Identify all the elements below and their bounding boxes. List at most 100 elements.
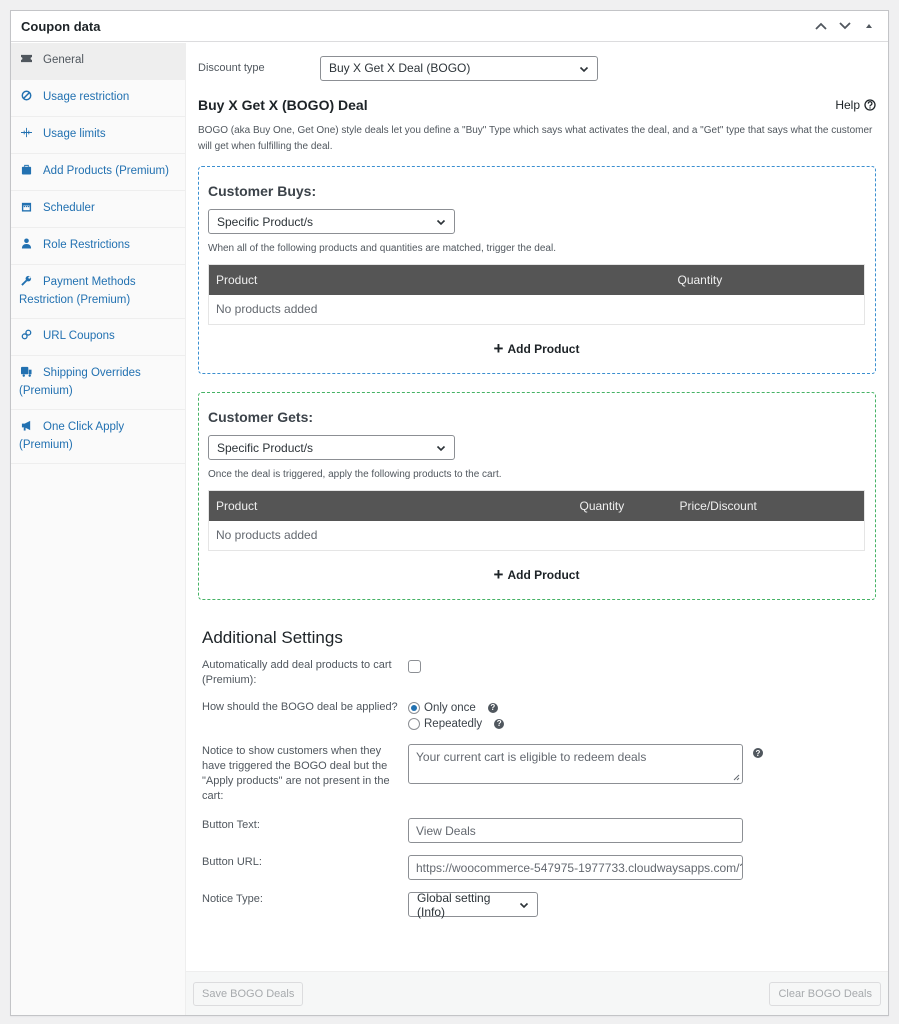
auto-add-checkbox[interactable] xyxy=(408,660,421,673)
chevron-down-icon xyxy=(579,66,589,72)
help-label: Help xyxy=(835,98,860,112)
table-row: No products added xyxy=(209,521,865,551)
plus-icon: + xyxy=(493,565,504,584)
block-icon xyxy=(19,90,33,107)
repeatedly-radio[interactable] xyxy=(408,718,420,730)
chevron-down-icon xyxy=(436,445,446,452)
sidebar-item-usage-limits[interactable]: Usage limits xyxy=(11,117,185,154)
column-header-quantity: Quantity xyxy=(572,490,673,521)
sidebar-item-one-click-apply[interactable]: One Click Apply (Premium) xyxy=(11,410,185,464)
sidebar-item-label: Role Restrictions xyxy=(43,239,130,251)
customer-buys-box: Customer Buys: Specific Product/s When a… xyxy=(198,166,876,374)
deal-title: Buy X Get X (BOGO) Deal xyxy=(198,97,368,113)
chevron-down-icon xyxy=(436,219,446,226)
notice-type-row: Notice Type: Global setting (Info) xyxy=(202,891,876,919)
sidebar-item-scheduler[interactable]: Scheduler xyxy=(11,191,185,228)
sidebar-item-role-restrictions[interactable]: Role Restrictions xyxy=(11,228,185,265)
additional-settings-title: Additional Settings xyxy=(202,628,343,647)
help-link[interactable]: Help xyxy=(835,98,876,112)
empty-message: No products added xyxy=(216,528,318,543)
sidebar: General Usage restriction Usage limits A… xyxy=(11,43,186,1015)
sidebar-item-label: Usage limits xyxy=(43,128,106,140)
add-product-label: Add Product xyxy=(507,342,580,356)
discount-type-row: Discount type Buy X Get X Deal (BOGO) xyxy=(198,55,876,81)
button-url-input[interactable]: https://woocommerce-547975-1977733.cloud… xyxy=(408,855,743,880)
notice-textarea[interactable]: Your current cart is eligible to redeem … xyxy=(408,744,743,784)
truck-icon xyxy=(19,366,33,383)
notice-label: Notice to show customers when they have … xyxy=(202,745,390,802)
discount-type-value: Buy X Get X Deal (BOGO) xyxy=(329,61,471,75)
gets-type-select[interactable]: Specific Product/s xyxy=(208,435,455,460)
discount-type-select[interactable]: Buy X Get X Deal (BOGO) xyxy=(320,55,598,81)
customer-buys-title: Customer Buys: xyxy=(208,183,317,199)
notice-type-select[interactable]: Global setting (Info) xyxy=(408,891,538,919)
move-up-icon[interactable] xyxy=(812,17,830,35)
link-icon xyxy=(19,329,33,346)
help-tip-icon[interactable]: ? xyxy=(494,719,505,729)
add-product-label: Add Product xyxy=(507,568,580,582)
move-down-icon[interactable] xyxy=(836,17,854,35)
save-bogo-deals-button[interactable]: Save BOGO Deals xyxy=(193,981,304,1006)
auto-add-row: Automatically add deal products to cart … xyxy=(202,658,876,688)
column-header-product: Product xyxy=(208,264,671,295)
button-url-row: Button URL: https://woocommerce-547975-1… xyxy=(202,855,876,880)
wrench-icon xyxy=(19,275,33,292)
buys-type-value: Specific Product/s xyxy=(217,214,314,229)
column-header-quantity: Quantity xyxy=(670,264,865,295)
limits-icon xyxy=(19,127,33,144)
only-once-label: Only once xyxy=(424,702,476,714)
notice-value: Your current cart is eligible to redeem … xyxy=(416,750,647,764)
customer-gets-title: Customer Gets: xyxy=(208,409,314,425)
sidebar-item-payment-methods[interactable]: Payment Methods Restriction (Premium) xyxy=(11,265,185,319)
sidebar-item-label: Usage restriction xyxy=(43,91,130,103)
coupon-data-panel: Coupon data General Usage restriction Us… xyxy=(10,10,889,1016)
buys-add-product-button[interactable]: + Add Product xyxy=(208,339,865,359)
column-header-product: Product xyxy=(208,490,573,521)
gets-hint: Once the deal is triggered, apply the fo… xyxy=(208,469,502,480)
apply-mode-label: How should the BOGO deal be applied? xyxy=(202,701,398,713)
panel-controls xyxy=(812,17,878,35)
apply-mode-row: How should the BOGO deal be applied? Onl… xyxy=(202,700,876,732)
plus-icon: + xyxy=(493,339,504,358)
ticket-icon xyxy=(19,53,33,70)
sidebar-item-general[interactable]: General xyxy=(11,43,185,80)
buys-product-table: Product Quantity No products added xyxy=(208,264,865,325)
gets-product-table: Product Quantity Price/Discount No produ… xyxy=(208,490,865,551)
table-row: No products added xyxy=(209,295,865,325)
resize-handle-icon[interactable] xyxy=(733,774,740,781)
buys-type-select[interactable]: Specific Product/s xyxy=(208,209,455,234)
help-tip-icon[interactable]: ? xyxy=(753,748,763,758)
panel-header: Coupon data xyxy=(11,11,888,42)
discount-type-label: Discount type xyxy=(198,62,265,74)
clear-bogo-deals-button[interactable]: Clear BOGO Deals xyxy=(769,981,881,1006)
sidebar-item-add-products[interactable]: Add Products (Premium) xyxy=(11,154,185,191)
calendar-icon xyxy=(19,201,33,218)
sidebar-item-label: Scheduler xyxy=(43,202,95,214)
buys-hint: When all of the following products and q… xyxy=(208,243,556,254)
button-text-row: Button Text: View Deals xyxy=(202,818,876,843)
sidebar-item-usage-restriction[interactable]: Usage restriction xyxy=(11,80,185,117)
sidebar-item-label: URL Coupons xyxy=(43,330,115,342)
button-text-input[interactable]: View Deals xyxy=(408,818,743,843)
sidebar-item-label: Shipping Overrides (Premium) xyxy=(19,367,141,397)
sidebar-item-label: Add Products (Premium) xyxy=(43,165,169,177)
help-tip-icon[interactable]: ? xyxy=(487,703,498,713)
sidebar-item-label: One Click Apply (Premium) xyxy=(19,421,125,451)
radio-option-only-once[interactable]: Only once ? xyxy=(408,700,504,716)
only-once-radio[interactable] xyxy=(408,702,420,714)
sidebar-item-label: General xyxy=(43,54,84,66)
column-header-price-discount: Price/Discount xyxy=(672,490,865,521)
megaphone-icon xyxy=(19,420,33,437)
user-icon xyxy=(19,238,33,255)
sidebar-item-url-coupons[interactable]: URL Coupons xyxy=(11,319,185,356)
repeatedly-label: Repeatedly xyxy=(424,718,483,730)
sidebar-item-shipping-overrides[interactable]: Shipping Overrides (Premium) xyxy=(11,356,185,410)
gets-add-product-button[interactable]: + Add Product xyxy=(208,565,865,585)
chevron-down-icon xyxy=(519,902,529,909)
main-content: Discount type Buy X Get X Deal (BOGO) Bu… xyxy=(186,43,888,1015)
toggle-panel-icon[interactable] xyxy=(860,17,878,35)
help-circle-icon xyxy=(864,99,876,111)
auto-add-label: Automatically add deal products to cart … xyxy=(202,659,392,686)
deal-description: BOGO (aka Buy One, Get One) style deals … xyxy=(198,125,873,152)
radio-option-repeatedly[interactable]: Repeatedly ? xyxy=(408,716,505,732)
